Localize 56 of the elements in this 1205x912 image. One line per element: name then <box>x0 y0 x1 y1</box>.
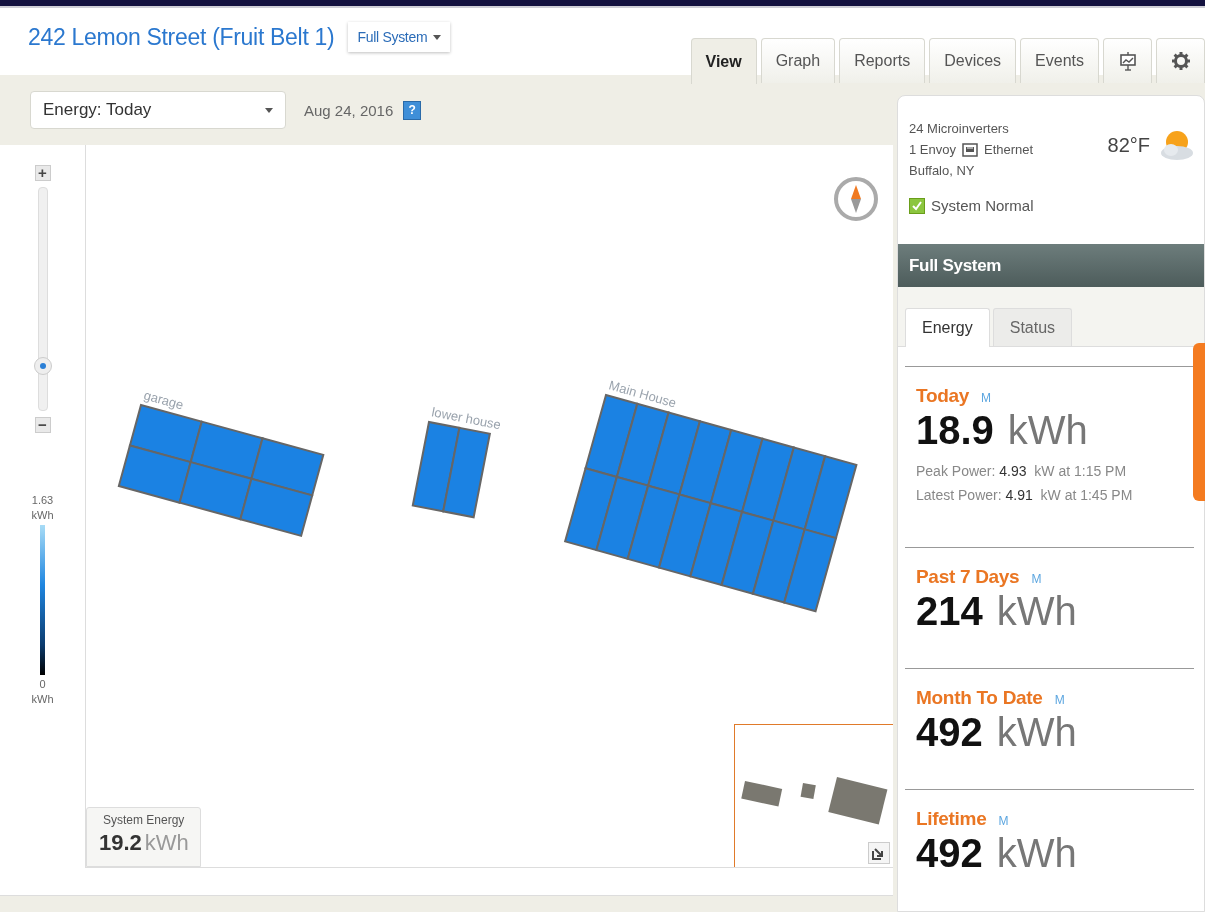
tab[interactable]: Energy <box>905 308 990 347</box>
system-dropdown[interactable]: Full System <box>348 22 451 52</box>
power-detail: Latest Power: 4.91 kW at 1:45 PM <box>916 486 1134 505</box>
energy-unit: kWh <box>996 588 1077 634</box>
ethernet-port-icon <box>962 142 978 157</box>
tab[interactable]: Status <box>992 308 1073 346</box>
section-header: Full System <box>898 244 1204 287</box>
connection-type: Ethernet <box>984 141 1034 159</box>
display-icon <box>1119 51 1136 71</box>
envoy-count: 1 Envoy <box>909 141 956 159</box>
system-energy-label: System Energy <box>102 813 186 827</box>
zoom-slider-thumb[interactable] <box>33 356 52 375</box>
legend-unit: kWh <box>31 508 54 523</box>
array-label: Main House <box>607 377 679 411</box>
caret-icon <box>433 34 442 40</box>
power-detail: Peak Power: 4.93 kW at 1:15 PM <box>916 462 1128 481</box>
microinverter-count: 24 Microinverters <box>909 120 1010 138</box>
stat-label: Past 7 Days <box>916 566 1020 588</box>
energy-dropdown[interactable]: Energy: Today <box>30 91 286 129</box>
stat-value: 18.9 <box>916 407 994 453</box>
legend-unit: kWh <box>31 692 54 707</box>
stat-value: 492 <box>916 830 983 876</box>
energy-unit: kWh <box>144 830 189 856</box>
stat-value: 492 <box>916 709 983 755</box>
stat-label: Lifetime <box>916 808 987 830</box>
energy-unit: kWh <box>1007 407 1088 453</box>
energy-unit: kWh <box>996 709 1077 755</box>
tab[interactable]: Graph <box>760 38 836 83</box>
temperature: 82°F <box>1107 133 1150 157</box>
stat-label: Month To Date <box>916 687 1043 709</box>
expand-button[interactable] <box>868 842 890 864</box>
site-title: 242 Lemon Street (Fruit Belt 1) <box>28 23 335 51</box>
caret-icon <box>265 107 273 113</box>
zoom-out-button[interactable]: − <box>34 417 51 433</box>
array-label: lower house <box>430 404 503 433</box>
energy-unit: kWh <box>996 830 1077 876</box>
tab[interactable]: View <box>690 38 757 84</box>
tab[interactable]: Devices <box>929 38 1017 83</box>
settings-icon <box>1171 51 1190 70</box>
stat-label: Today <box>916 385 970 407</box>
legend-min: 0 <box>39 677 46 692</box>
partly-cloudy-icon <box>1160 128 1194 162</box>
settings-tab[interactable] <box>1156 38 1205 83</box>
location: Buffalo, NY <box>909 162 976 180</box>
legend-max: 1.63 <box>31 493 54 508</box>
array-label: garage <box>142 387 186 413</box>
zoom-in-button[interactable]: + <box>34 165 51 181</box>
stat-value: 214 <box>916 588 983 634</box>
status-label: System Normal <box>931 196 1034 216</box>
date-label: Aug 24, 2016 <box>304 101 394 119</box>
system-energy-value: 19.2 <box>99 830 142 856</box>
tab[interactable]: Events <box>1020 38 1099 83</box>
tab[interactable]: Reports <box>839 38 926 83</box>
minimap[interactable] <box>734 724 893 867</box>
display-tab[interactable] <box>1103 38 1152 83</box>
compass-icon <box>833 175 879 223</box>
